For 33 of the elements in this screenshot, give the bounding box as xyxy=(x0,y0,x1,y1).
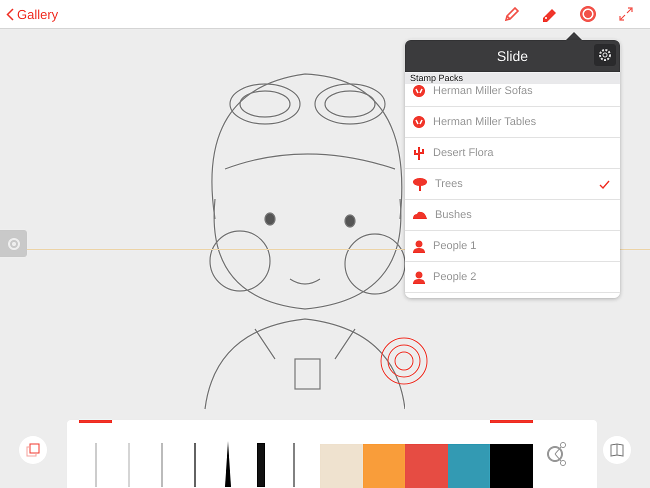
brush-stroke-icon xyxy=(256,441,266,487)
settings-icon xyxy=(598,48,612,62)
person-icon xyxy=(413,240,425,252)
book-icon xyxy=(610,443,624,457)
expand-icon xyxy=(619,7,633,21)
badge-icon xyxy=(413,85,425,97)
stamp-pack-item[interactable]: Herman Miller Tables xyxy=(405,107,620,138)
cloud-icon xyxy=(413,210,427,220)
person-icon xyxy=(413,270,425,284)
popover-title: Slide xyxy=(496,48,528,64)
target-icon xyxy=(579,5,597,23)
stamp-pack-item[interactable]: People 1 xyxy=(405,231,620,262)
book-button[interactable] xyxy=(603,436,631,464)
target-cursor-icon xyxy=(379,336,429,386)
ring-icon xyxy=(8,238,20,250)
badge-icon xyxy=(413,116,425,128)
stamp-pack-item[interactable]: Bushes xyxy=(405,200,620,231)
share-icon xyxy=(546,442,568,466)
layers-icon xyxy=(26,443,40,457)
section-header: Stamp Packs xyxy=(405,72,620,84)
layers-button[interactable] xyxy=(19,436,47,464)
stamp-pack-item[interactable]: People 2 xyxy=(405,262,620,293)
back-button[interactable]: Gallery xyxy=(6,6,58,22)
tree-icon xyxy=(413,177,427,191)
stamp-pack-item[interactable]: Trees xyxy=(405,169,620,200)
cactus-icon xyxy=(413,146,425,160)
stamp-pack-item[interactable]: Herman Miller Sofas xyxy=(405,84,620,107)
pencil-icon xyxy=(504,6,520,22)
settings-button[interactable] xyxy=(594,44,616,66)
side-handle[interactable] xyxy=(0,230,27,257)
color-swatch[interactable] xyxy=(490,420,532,488)
chevron-left-icon xyxy=(6,8,14,20)
stamp-pack-item[interactable]: Desert Flora xyxy=(405,138,620,169)
